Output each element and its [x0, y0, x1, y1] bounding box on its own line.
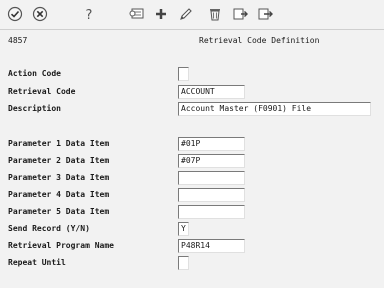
retrieval-program-name-field[interactable]: P48R14: [178, 239, 245, 253]
page-title: Retrieval Code Definition: [199, 36, 320, 45]
repeat-until-field[interactable]: [178, 256, 189, 270]
add-plus-icon[interactable]: [152, 5, 170, 23]
parameter-5-field[interactable]: [178, 205, 245, 219]
parameter-4-field[interactable]: [178, 188, 245, 202]
parameter-1-field[interactable]: #01P: [178, 137, 245, 151]
toolbar-divider: [0, 29, 384, 30]
description-field[interactable]: Account Master (F0901) File: [178, 102, 371, 116]
parameter-2-label: Parameter 2 Data Item: [8, 156, 110, 165]
retrieval-code-field[interactable]: ACCOUNT: [178, 85, 245, 99]
action-code-label: Action Code: [8, 69, 61, 78]
toolbar: ?: [0, 0, 384, 28]
repeat-until-label: Repeat Until: [8, 258, 66, 267]
cancel-x-icon[interactable]: [31, 5, 49, 23]
description-label: Description: [8, 104, 61, 113]
send-record-label: Send Record (Y/N): [8, 224, 90, 233]
retrieval-code-label: Retrieval Code: [8, 87, 76, 96]
action-code-field[interactable]: [178, 67, 189, 81]
svg-text:?: ?: [86, 8, 93, 22]
parameter-2-field[interactable]: #07P: [178, 154, 245, 168]
help-question-icon[interactable]: ?: [80, 5, 98, 23]
display-icon[interactable]: [128, 5, 146, 23]
parameter-3-label: Parameter 3 Data Item: [8, 173, 110, 182]
parameter-4-label: Parameter 4 Data Item: [8, 190, 110, 199]
copy-icon[interactable]: [232, 5, 250, 23]
parameter-1-label: Parameter 1 Data Item: [8, 139, 110, 148]
export-icon[interactable]: [257, 5, 275, 23]
ok-check-icon[interactable]: [6, 5, 24, 23]
send-record-field[interactable]: Y: [178, 222, 189, 236]
form-code: 4857: [8, 36, 28, 45]
parameter-5-label: Parameter 5 Data Item: [8, 207, 110, 216]
parameter-3-field[interactable]: [178, 171, 245, 185]
edit-pencil-icon[interactable]: [177, 5, 195, 23]
retrieval-program-name-label: Retrieval Program Name: [8, 241, 114, 250]
delete-trash-icon[interactable]: [206, 5, 224, 23]
